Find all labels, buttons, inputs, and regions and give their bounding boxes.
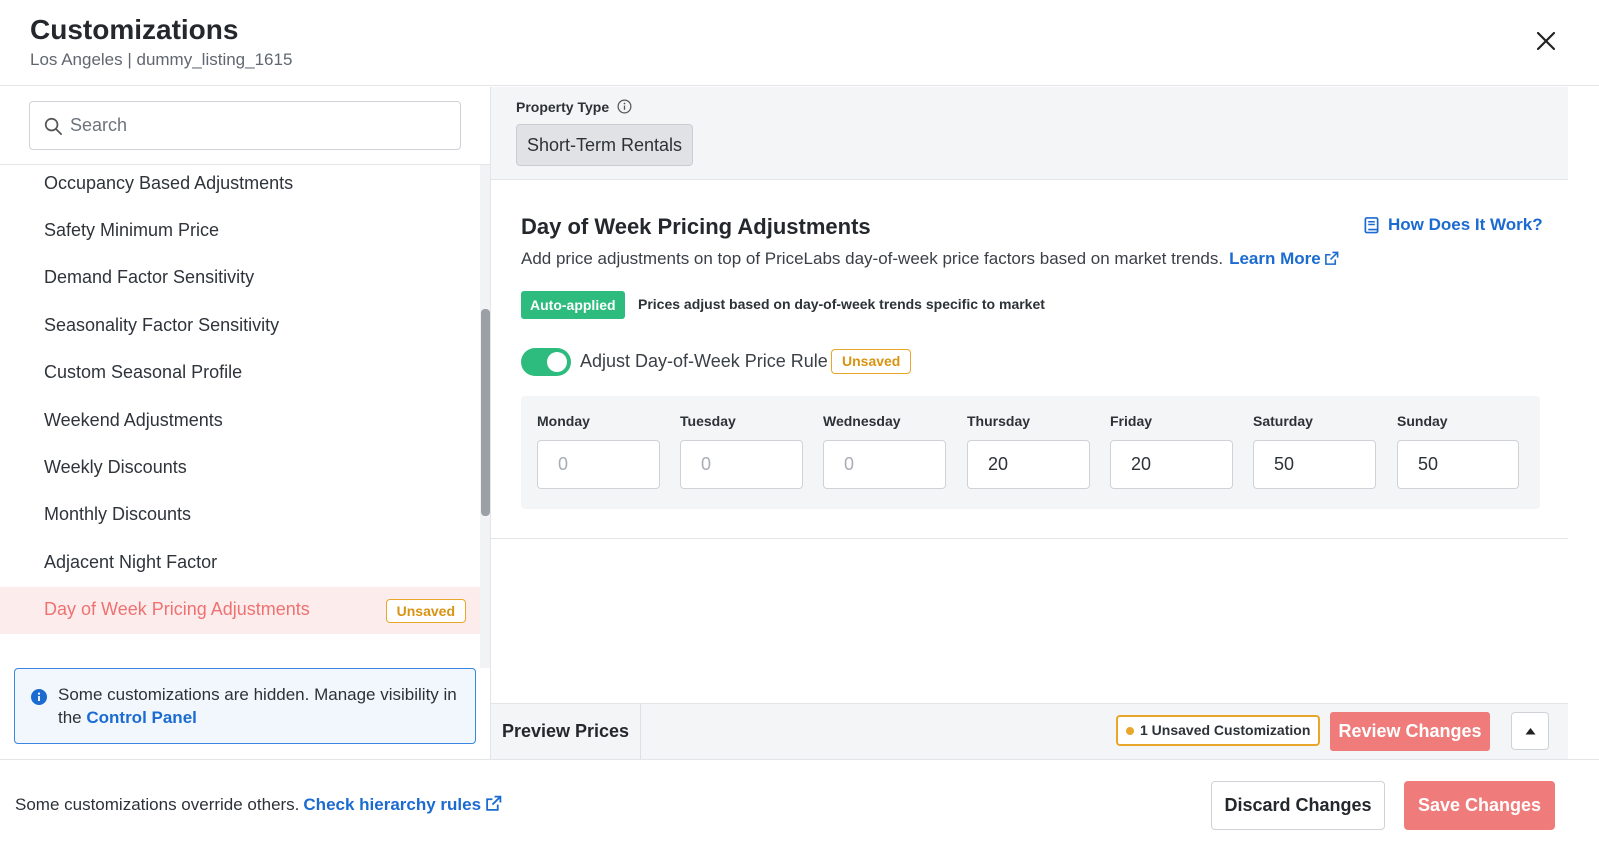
tuesday-input[interactable]: [680, 440, 803, 489]
expand-panel-button[interactable]: [1511, 712, 1549, 750]
section-description: Add price adjustments on top of PriceLab…: [521, 249, 1339, 269]
sidebar-item-monthly-discounts[interactable]: Monthly Discounts: [0, 492, 480, 539]
sidebar-scrollbar-thumb[interactable]: [481, 309, 490, 516]
day-label: Monday: [537, 413, 590, 429]
sidebar-item-label: Seasonality Factor Sensitivity: [44, 315, 280, 335]
sidebar-item-weekend-adjustments[interactable]: Weekend Adjustments: [0, 398, 480, 445]
discard-changes-button[interactable]: Discard Changes: [1211, 781, 1385, 830]
day-field-tuesday: Tuesday: [680, 413, 803, 489]
preview-prices-button[interactable]: Preview Prices: [491, 704, 641, 759]
hidden-customizations-notice: Some customizations are hidden. Manage v…: [14, 668, 476, 744]
saturday-input[interactable]: [1253, 440, 1376, 489]
modal-title: Customizations: [30, 14, 239, 45]
day-of-week-rule-toggle[interactable]: [521, 348, 571, 376]
day-field-sunday: Sunday: [1397, 413, 1520, 489]
day-field-monday: Monday: [537, 413, 660, 489]
thursday-input[interactable]: [967, 440, 1090, 489]
hierarchy-link-label: Check hierarchy rules: [303, 795, 482, 814]
day-label: Saturday: [1253, 413, 1313, 429]
sidebar-item-label: Occupancy Based Adjustments: [44, 173, 294, 193]
sidebar-item-label: Monthly Discounts: [44, 504, 192, 524]
sidebar-item-day-of-week-pricing[interactable]: Day of Week Pricing Adjustments Unsaved: [0, 587, 480, 634]
how-does-it-work-link[interactable]: How Does It Work?: [1363, 215, 1543, 235]
modal-header: Customizations Los Angeles | dummy_listi…: [0, 0, 1599, 86]
customization-list: Occupancy Based Adjustments Safety Minim…: [0, 165, 480, 668]
close-icon: [1536, 31, 1556, 51]
external-link-icon: [486, 795, 502, 811]
unsaved-badge: Unsaved: [385, 599, 466, 623]
sidebar-item-safety-minimum-price[interactable]: Safety Minimum Price: [0, 208, 480, 255]
day-field-wednesday: Wednesday: [823, 413, 946, 489]
sunday-input[interactable]: [1397, 440, 1519, 489]
sidebar-item-seasonality-factor-sensitivity[interactable]: Seasonality Factor Sensitivity: [0, 303, 480, 350]
sidebar-item-demand-factor-sensitivity[interactable]: Demand Factor Sensitivity: [0, 255, 480, 302]
sidebar-item-label: Day of Week Pricing Adjustments: [44, 599, 310, 619]
content-divider: [491, 538, 1568, 539]
day-inputs-panel: Monday Tuesday Wednesday Thursday Friday…: [521, 396, 1540, 509]
day-field-saturday: Saturday: [1253, 413, 1376, 489]
day-label: Sunday: [1397, 413, 1448, 429]
sidebar-item-label: Custom Seasonal Profile: [44, 362, 243, 382]
day-label: Thursday: [967, 413, 1031, 429]
search-input[interactable]: [70, 102, 450, 149]
day-label: Wednesday: [823, 413, 901, 429]
check-hierarchy-rules-link[interactable]: Check hierarchy rules: [303, 795, 502, 814]
section-title: Day of Week Pricing Adjustments: [521, 214, 871, 239]
day-field-thursday: Thursday: [967, 413, 1090, 489]
day-label: Tuesday: [680, 413, 736, 429]
sidebar-item-adjacent-night-factor[interactable]: Adjacent Night Factor: [0, 540, 480, 587]
monday-input[interactable]: [537, 440, 660, 489]
modal-footer: Some customizations override others. Chec…: [0, 759, 1599, 860]
learn-more-label: Learn More: [1229, 249, 1321, 268]
sidebar-item-custom-seasonal-profile[interactable]: Custom Seasonal Profile: [0, 350, 480, 397]
unsaved-count-badge[interactable]: 1 Unsaved Customization: [1116, 715, 1321, 746]
toggle-label: Adjust Day-of-Week Price Rule: [580, 351, 828, 371]
auto-applied-badge: Auto-applied: [521, 291, 625, 319]
modal-subtitle: Los Angeles | dummy_listing_1615: [30, 50, 293, 69]
control-panel-link[interactable]: Control Panel: [86, 708, 197, 727]
wednesday-input[interactable]: [823, 440, 946, 489]
description-text: Add price adjustments on top of PriceLab…: [521, 249, 1224, 268]
search-icon: [44, 117, 62, 135]
notice-text: Some customizations are hidden. Manage v…: [58, 683, 463, 729]
hierarchy-note: Some customizations override others. Chec…: [15, 795, 502, 815]
sidebar: Occupancy Based Adjustments Safety Minim…: [0, 87, 491, 759]
main-content: Property Type Short-Term Rentals Day of …: [491, 87, 1599, 759]
caret-up-icon: [1525, 728, 1536, 735]
auto-applied-description: Prices adjust based on day-of-week trend…: [638, 296, 1045, 312]
hierarchy-note-text: Some customizations override others.: [15, 795, 300, 814]
toggle-knob: [547, 352, 567, 372]
day-label: Friday: [1110, 413, 1153, 429]
info-icon: [31, 689, 47, 705]
sidebar-item-label: Demand Factor Sensitivity: [44, 267, 255, 287]
sidebar-item-label: Safety Minimum Price: [44, 220, 220, 240]
sidebar-item-label: Weekly Discounts: [44, 457, 187, 477]
book-icon: [1364, 216, 1379, 233]
sidebar-item-occupancy-based-adjustments[interactable]: Occupancy Based Adjustments: [0, 165, 480, 208]
unsaved-count-label: 1 Unsaved Customization: [1140, 722, 1311, 738]
learn-more-link[interactable]: Learn More: [1229, 249, 1339, 268]
property-type-label: Property Type: [516, 99, 610, 115]
how-link-label: How Does It Work?: [1388, 215, 1543, 234]
sidebar-item-label: Weekend Adjustments: [44, 410, 223, 430]
save-changes-button[interactable]: Save Changes: [1404, 781, 1555, 830]
property-type-section: Property Type Short-Term Rentals: [491, 87, 1568, 180]
sidebar-item-weekly-discounts[interactable]: Weekly Discounts: [0, 445, 480, 492]
sidebar-item-label: Adjacent Night Factor: [44, 552, 218, 572]
friday-input[interactable]: [1110, 440, 1233, 489]
close-button[interactable]: [1535, 30, 1557, 52]
preview-toolbar: Preview Prices 1 Unsaved Customization R…: [491, 703, 1568, 759]
day-field-friday: Friday: [1110, 413, 1233, 489]
unsaved-dot-icon: [1126, 727, 1134, 735]
search-box[interactable]: [29, 101, 461, 150]
external-link-icon: [1324, 251, 1339, 265]
review-changes-button[interactable]: Review Changes: [1330, 712, 1490, 751]
info-outline-icon[interactable]: [617, 99, 632, 114]
property-type-value: Short-Term Rentals: [516, 124, 694, 166]
unsaved-badge: Unsaved: [831, 349, 912, 374]
